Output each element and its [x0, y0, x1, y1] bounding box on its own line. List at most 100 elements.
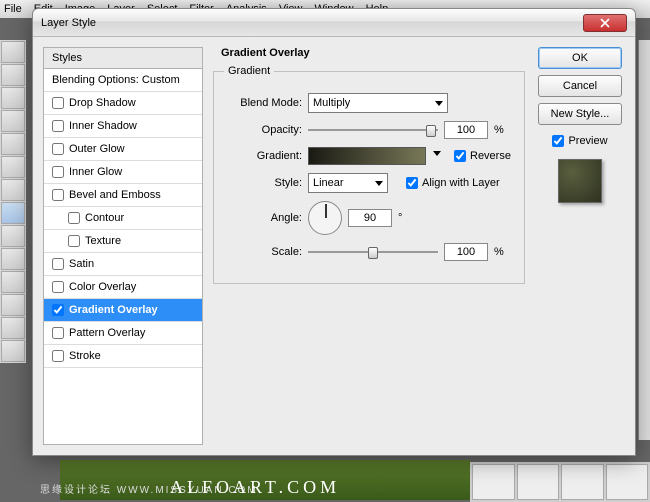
effect-label: Color Overlay — [69, 281, 136, 293]
dialog-titlebar[interactable]: Layer Style — [33, 9, 635, 37]
tool-wand[interactable] — [1, 110, 25, 132]
effect-row-contour[interactable]: Contour — [44, 207, 202, 230]
style-dropdown[interactable]: Linear — [308, 173, 388, 193]
effect-row-stroke[interactable]: Stroke — [44, 345, 202, 368]
angle-dial[interactable] — [308, 201, 342, 235]
effect-row-color-overlay[interactable]: Color Overlay — [44, 276, 202, 299]
effect-label: Gradient Overlay — [69, 304, 158, 316]
tool-dodge[interactable] — [1, 340, 25, 362]
ok-button[interactable]: OK — [538, 47, 622, 69]
scale-value[interactable]: 100 — [444, 243, 488, 261]
options-panel: Gradient Overlay Gradient Blend Mode: Mu… — [213, 47, 525, 445]
effect-checkbox[interactable] — [52, 350, 64, 362]
effect-row-pattern-overlay[interactable]: Pattern Overlay — [44, 322, 202, 345]
effect-checkbox[interactable] — [52, 327, 64, 339]
right-dock — [638, 40, 650, 440]
preview-input[interactable] — [552, 135, 564, 147]
effect-row-satin[interactable]: Satin — [44, 253, 202, 276]
effect-checkbox[interactable] — [68, 235, 80, 247]
layer-style-dialog: Layer Style Styles Blending Options: Cus… — [32, 8, 636, 456]
tool-move[interactable] — [1, 41, 25, 63]
effect-label: Inner Shadow — [69, 120, 137, 132]
style-label: Style: — [224, 177, 302, 189]
effect-label: Pattern Overlay — [69, 327, 145, 339]
blend-mode-value: Multiply — [313, 97, 350, 109]
section-title: Gradient Overlay — [221, 47, 525, 59]
reverse-label: Reverse — [470, 150, 511, 162]
tool-heal[interactable] — [1, 179, 25, 201]
effect-checkbox[interactable] — [52, 258, 64, 270]
blend-mode-dropdown[interactable]: Multiply — [308, 93, 448, 113]
effect-checkbox[interactable] — [52, 166, 64, 178]
close-button[interactable] — [583, 14, 627, 32]
gradient-group: Gradient Blend Mode: Multiply Opacity: 1… — [213, 65, 525, 284]
styles-header[interactable]: Styles — [43, 47, 203, 68]
bottom-panels — [470, 462, 650, 502]
effect-label: Inner Glow — [69, 166, 122, 178]
effect-label: Satin — [69, 258, 94, 270]
effect-checkbox[interactable] — [52, 189, 64, 201]
tool-crop[interactable] — [1, 133, 25, 155]
gradient-legend: Gradient — [224, 65, 274, 77]
chevron-down-icon — [375, 181, 383, 186]
opacity-slider[interactable] — [308, 121, 438, 139]
effect-label: Contour — [85, 212, 124, 224]
chevron-down-icon — [435, 101, 443, 106]
tool-gradient[interactable] — [1, 294, 25, 316]
effect-checkbox[interactable] — [52, 143, 64, 155]
effect-label: Stroke — [69, 350, 101, 362]
tool-lasso[interactable] — [1, 87, 25, 109]
toolbox — [0, 40, 26, 363]
new-style-button[interactable]: New Style... — [538, 103, 622, 125]
reverse-input[interactable] — [454, 150, 466, 162]
tool-eraser[interactable] — [1, 271, 25, 293]
angle-label: Angle: — [224, 212, 302, 224]
opacity-label: Opacity: — [224, 124, 302, 136]
menu-file[interactable]: File — [4, 3, 22, 15]
effect-label: Drop Shadow — [69, 97, 136, 109]
scale-slider[interactable] — [308, 243, 438, 261]
tool-blur[interactable] — [1, 317, 25, 339]
reverse-checkbox[interactable]: Reverse — [454, 150, 511, 162]
effect-checkbox[interactable] — [52, 304, 64, 316]
effect-row-inner-shadow[interactable]: Inner Shadow — [44, 115, 202, 138]
preview-swatch — [558, 159, 602, 203]
tool-eyedropper[interactable] — [1, 156, 25, 178]
align-input[interactable] — [406, 177, 418, 189]
effect-row-texture[interactable]: Texture — [44, 230, 202, 253]
align-label: Align with Layer — [422, 177, 500, 189]
effect-row-inner-glow[interactable]: Inner Glow — [44, 161, 202, 184]
effect-label: Texture — [85, 235, 121, 247]
close-icon — [600, 18, 610, 28]
effect-checkbox[interactable] — [52, 120, 64, 132]
blend-mode-label: Blend Mode: — [224, 97, 302, 109]
tool-brush[interactable] — [1, 202, 25, 224]
align-checkbox[interactable]: Align with Layer — [406, 177, 500, 189]
chevron-down-icon — [433, 151, 441, 156]
style-value: Linear — [313, 177, 344, 189]
effect-row-bevel-and-emboss[interactable]: Bevel and Emboss — [44, 184, 202, 207]
effect-checkbox[interactable] — [52, 281, 64, 293]
tool-history[interactable] — [1, 248, 25, 270]
effect-label: Outer Glow — [69, 143, 125, 155]
scale-label: Scale: — [224, 246, 302, 258]
effect-checkbox[interactable] — [68, 212, 80, 224]
tool-marquee[interactable] — [1, 64, 25, 86]
effect-row-drop-shadow[interactable]: Drop Shadow — [44, 92, 202, 115]
angle-unit: ° — [398, 212, 402, 224]
blending-options-row[interactable]: Blending Options: Custom — [44, 69, 202, 92]
effect-checkbox[interactable] — [52, 97, 64, 109]
effect-row-gradient-overlay[interactable]: Gradient Overlay — [44, 299, 202, 322]
effect-label: Bevel and Emboss — [69, 189, 161, 201]
angle-value[interactable]: 90 — [348, 209, 392, 227]
effect-row-outer-glow[interactable]: Outer Glow — [44, 138, 202, 161]
cancel-button[interactable]: Cancel — [538, 75, 622, 97]
opacity-value[interactable]: 100 — [444, 121, 488, 139]
tool-stamp[interactable] — [1, 225, 25, 247]
preview-checkbox[interactable]: Preview — [552, 135, 607, 147]
dialog-buttons: OK Cancel New Style... Preview — [535, 47, 625, 445]
dialog-title: Layer Style — [41, 17, 583, 29]
preview-label: Preview — [568, 135, 607, 147]
styles-list: Styles Blending Options: Custom Drop Sha… — [43, 47, 203, 445]
gradient-swatch[interactable] — [308, 147, 426, 165]
